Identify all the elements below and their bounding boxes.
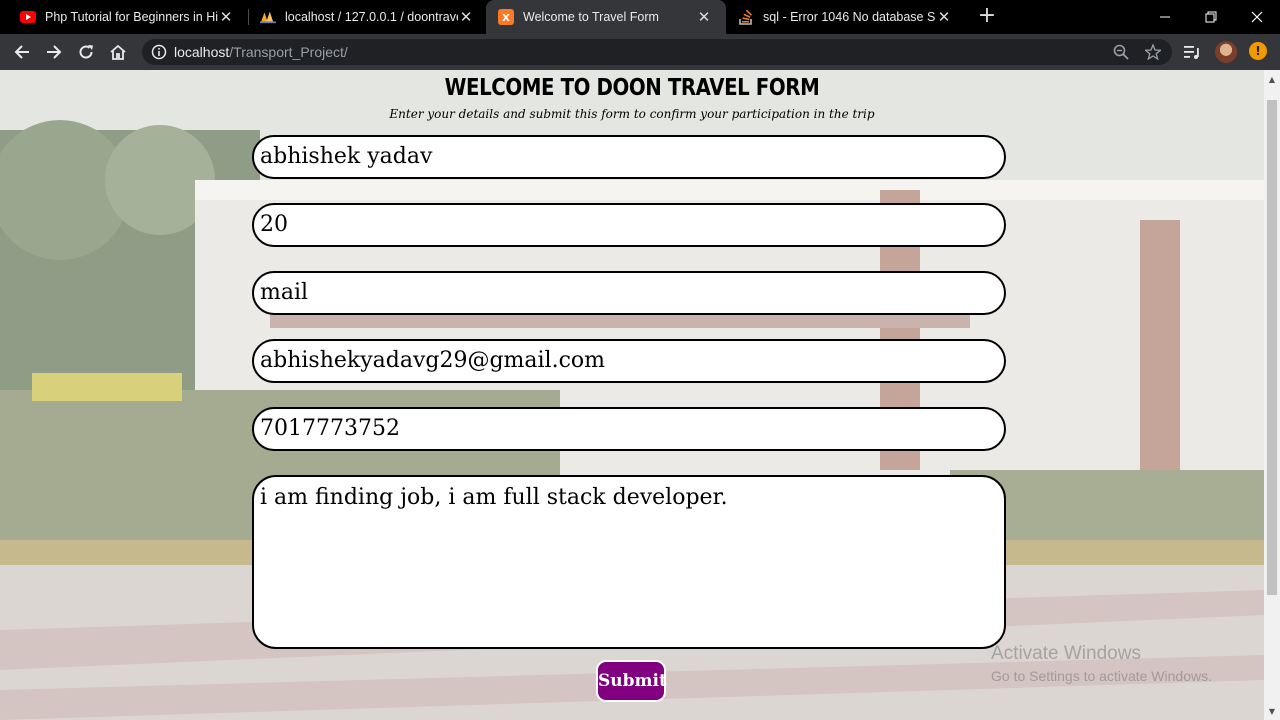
activate-windows-title: Activate Windows [991, 643, 1141, 664]
media-queue-icon[interactable] [1181, 40, 1205, 64]
page-viewport: WELCOME TO DOON TRAVEL FORM Enter your d… [0, 70, 1264, 720]
email-input[interactable]: abhishekyadavg29@gmail.com [252, 339, 1006, 383]
youtube-icon [20, 9, 36, 25]
age-input[interactable]: 20 [252, 203, 1006, 247]
close-tab-icon[interactable]: ✕ [218, 8, 234, 26]
tab-strip: Php Tutorial for Beginners in Hin ✕ loca… [0, 0, 1280, 34]
close-tab-icon[interactable]: ✕ [458, 8, 474, 26]
reload-icon[interactable] [74, 40, 98, 64]
scroll-up-arrow-icon[interactable]: ▲ [1264, 72, 1280, 88]
back-arrow-icon[interactable] [10, 40, 34, 64]
svg-text:X: X [502, 13, 510, 24]
close-window-button[interactable] [1234, 0, 1280, 34]
minimize-button[interactable] [1142, 0, 1188, 34]
form-subtitle: Enter your details and submit this form … [389, 107, 875, 121]
close-tab-icon[interactable]: ✕ [936, 8, 952, 26]
info-icon[interactable] [151, 44, 167, 60]
name-input[interactable]: abhishek yadav [252, 135, 1006, 179]
forward-arrow-icon[interactable] [42, 40, 66, 64]
zoom-icon[interactable] [1113, 44, 1129, 60]
activate-windows-subtitle: Go to Settings to activate Windows. [991, 668, 1212, 684]
url-path: /Transport_Project/ [229, 44, 348, 60]
home-icon[interactable] [106, 40, 130, 64]
update-alert-icon[interactable]: ! [1249, 42, 1267, 60]
profile-avatar[interactable] [1215, 41, 1237, 63]
tab-travel-form[interactable]: X Welcome to Travel Form ✕ [486, 0, 726, 34]
new-tab-button[interactable]: + [976, 5, 998, 27]
scroll-down-arrow-icon[interactable]: ▼ [1264, 704, 1280, 720]
stackoverflow-icon [738, 9, 754, 25]
tab-phpmyadmin[interactable]: localhost / 127.0.0.1 / doontravel ✕ [240, 0, 488, 34]
xampp-icon: X [498, 9, 514, 25]
gender-input[interactable]: mail [252, 271, 1006, 315]
tab-stackoverflow[interactable]: sql - Error 1046 No database Sele ✕ [726, 0, 966, 34]
tab-title: Welcome to Travel Form [523, 10, 659, 24]
close-tab-icon[interactable]: ✕ [696, 8, 712, 26]
vertical-scrollbar[interactable]: ▲ ▼ [1264, 70, 1280, 720]
scrollbar-thumb[interactable] [1267, 100, 1277, 595]
description-textarea[interactable]: i am finding job, i am full stack develo… [252, 475, 1006, 649]
browser-toolbar: localhost/Transport_Project/ [0, 34, 1280, 70]
phpmyadmin-icon [260, 9, 276, 25]
tab-php-tutorial[interactable]: Php Tutorial for Beginners in Hin ✕ [0, 0, 248, 34]
star-icon[interactable] [1143, 43, 1163, 61]
address-bar[interactable]: localhost/Transport_Project/ [142, 39, 1172, 65]
url-host: localhost [174, 44, 230, 60]
phone-input[interactable]: 7017773752 [252, 407, 1006, 451]
tab-title: Php Tutorial for Beginners in Hin [45, 10, 218, 24]
submit-button[interactable]: Submit [596, 660, 667, 702]
form-title: WELCOME TO DOON TRAVEL FORM [444, 75, 820, 101]
tab-title: sql - Error 1046 No database Sele [763, 10, 936, 24]
tab-title: localhost / 127.0.0.1 / doontravel [285, 10, 458, 24]
restore-button[interactable] [1188, 0, 1234, 34]
url-text: localhost/Transport_Project/ [174, 44, 348, 60]
